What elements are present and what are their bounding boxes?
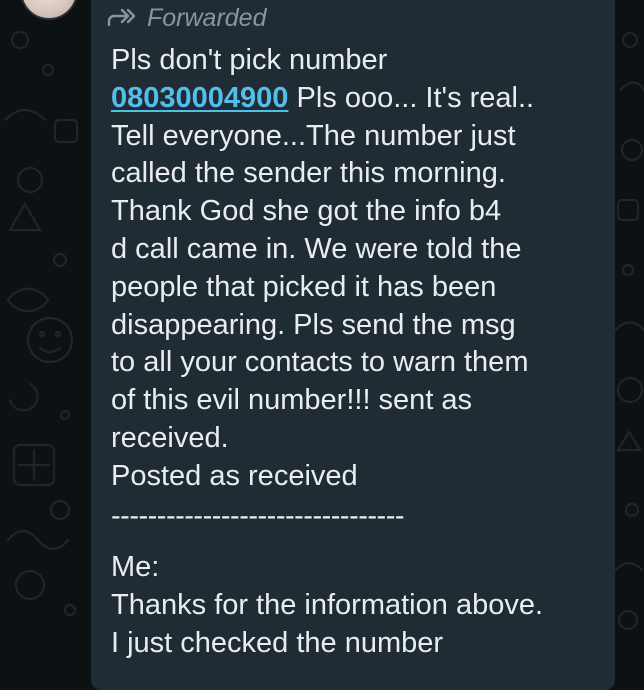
message-line: disappearing. Pls send the msg bbox=[111, 308, 516, 341]
message-line: received. bbox=[111, 421, 229, 454]
message-line: of this evil number!!! sent as bbox=[111, 384, 473, 417]
message-line: called the sender this morning. bbox=[111, 157, 506, 190]
message-line-rest: Pls ooo... It's real.. bbox=[288, 81, 535, 114]
message-divider: -------------------------------- bbox=[111, 499, 405, 532]
message-line: Thank God she got the info b4 bbox=[111, 195, 502, 228]
message-line: Thanks for the information above. bbox=[111, 589, 544, 622]
forwarded-indicator: Forwarded bbox=[107, 4, 599, 32]
message-text: Pls don't pick number 08030004900 Pls oo… bbox=[111, 42, 599, 663]
message-line: people that picked it has been bbox=[111, 270, 497, 303]
message-content: Forwarded Pls don't pick number 08030004… bbox=[107, 4, 599, 663]
forwarded-label: Forwarded bbox=[147, 3, 267, 32]
message-line: to all your contacts to warn them bbox=[111, 346, 529, 379]
message-line: Posted as received bbox=[111, 459, 358, 492]
message-bubble[interactable]: Forwarded Pls don't pick number 08030004… bbox=[91, 0, 615, 690]
phone-number-link[interactable]: 08030004900 bbox=[111, 82, 288, 114]
message-gap bbox=[111, 535, 599, 549]
message-line: Pls don't pick number bbox=[111, 44, 388, 76]
message-line: Tell everyone...The number just bbox=[111, 119, 516, 152]
message-line-partial: I just checked the number bbox=[111, 626, 444, 659]
message-line: Me: bbox=[111, 551, 160, 584]
message-line: d call came in. We were told the bbox=[111, 232, 522, 265]
forwarded-arrows-icon bbox=[107, 8, 136, 27]
message-line-with-number: 08030004900 Pls ooo... It's real.. bbox=[111, 80, 599, 118]
